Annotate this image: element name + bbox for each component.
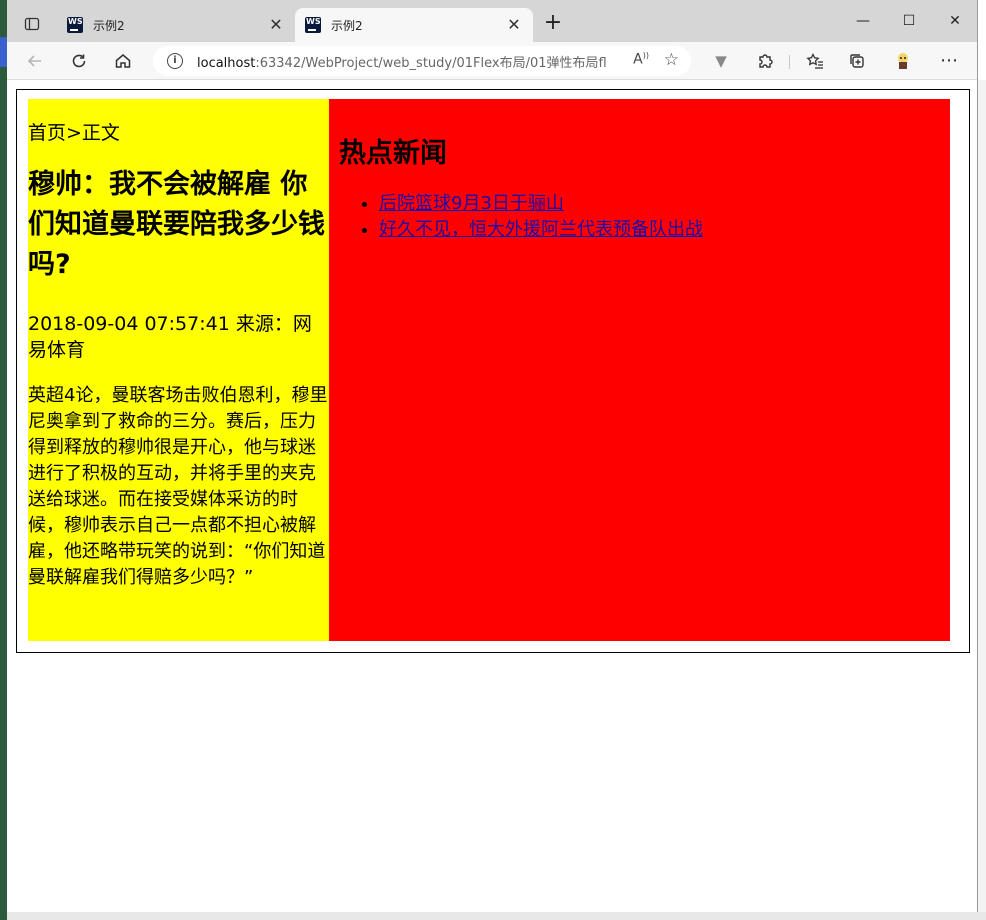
new-tab-button[interactable]: + — [541, 12, 565, 36]
hot-news-column: 热点新闻 后院篮球9月3日于骊山 好久不见，恒大外援阿兰代表预备队出战 — [329, 99, 950, 641]
tab-close-icon[interactable]: ✕ — [505, 16, 523, 34]
back-arrow-icon — [27, 55, 41, 67]
hot-news-title: 热点新闻 — [339, 138, 447, 169]
minimize-button[interactable]: — — [840, 8, 886, 34]
tab-title: 示例2 — [93, 18, 125, 33]
back-button[interactable] — [21, 48, 49, 74]
article-title: 穆帅：我不会被解雇 你们知道曼联要陪我多少钱吗? — [28, 169, 325, 280]
list-item: 好久不见，恒大外援阿兰代表预备队出战 — [379, 217, 940, 243]
more-menu-button[interactable]: ⋯ — [935, 48, 963, 74]
article-meta: 2018-09-04 07:57:41 来源：网易体育 — [28, 313, 312, 361]
tab-close-icon[interactable]: ✕ — [267, 16, 285, 34]
home-icon — [115, 54, 131, 68]
tab-actions-button[interactable] — [17, 12, 47, 36]
refresh-button[interactable] — [65, 48, 93, 74]
collections-button[interactable] — [843, 48, 871, 74]
maximize-button[interactable]: ☐ — [886, 8, 932, 34]
article-body: 英超4论，曼联客场击败伯恩利，穆里尼奥拿到了救命的三分。赛后，压力得到释放的穆帅… — [28, 385, 328, 588]
desktop-left-edge — [0, 0, 7, 920]
close-window-button[interactable]: ✕ — [932, 8, 978, 34]
news-link[interactable]: 后院篮球9月3日于骊山 — [379, 193, 564, 214]
desktop-icon-fragment — [0, 37, 7, 67]
profile-avatar[interactable] — [889, 48, 917, 74]
tab-bar: WS 示例2 ✕ WS 示例2 ✕ + — ☐ ✕ — [7, 0, 977, 42]
address-bar[interactable]: i localhost:63342/WebProject/web_study/0… — [153, 46, 691, 76]
browser-window: WS 示例2 ✕ WS 示例2 ✕ + — ☐ ✕ i localhost:63… — [7, 0, 978, 912]
puzzle-icon — [759, 54, 773, 68]
favorites-list-icon — [806, 53, 823, 69]
home-button[interactable] — [109, 48, 137, 74]
article-column: 首页>正文 穆帅：我不会被解雇 你们知道曼联要陪我多少钱吗? 2018-09-0… — [28, 99, 329, 641]
breadcrumb: 首页>正文 — [28, 122, 120, 144]
read-aloud-icon[interactable]: A)) — [633, 51, 649, 68]
add-favorite-icon[interactable]: ☆ — [664, 50, 679, 70]
extension-v-icon[interactable]: ▼ — [707, 48, 735, 74]
list-item: 后院篮球9月3日于骊山 — [379, 191, 940, 217]
browser-toolbar: i localhost:63342/WebProject/web_study/0… — [7, 42, 977, 80]
anime-avatar-icon — [898, 53, 908, 69]
favorites-button[interactable] — [801, 48, 829, 74]
collections-icon — [850, 54, 864, 68]
tab-inactive[interactable]: WS 示例2 ✕ — [57, 8, 295, 42]
refresh-icon — [72, 54, 86, 68]
tab-title: 示例2 — [331, 18, 363, 33]
background-window-edge — [978, 80, 986, 920]
toolbar-separator — [789, 55, 790, 69]
url-text[interactable]: localhost:63342/WebProject/web_study/01F… — [197, 52, 607, 71]
tab-active[interactable]: WS 示例2 ✕ — [295, 8, 533, 42]
hot-news-list: 后院篮球9月3日于骊山 好久不见，恒大外援阿兰代表预备队出战 — [339, 191, 940, 243]
webstorm-favicon-icon: WS — [305, 17, 321, 33]
webstorm-favicon-icon: WS — [67, 17, 83, 33]
desktop-bottom-edge — [7, 912, 986, 920]
flex-container: 首页>正文 穆帅：我不会被解雇 你们知道曼联要陪我多少钱吗? 2018-09-0… — [28, 99, 950, 641]
extensions-icon[interactable] — [751, 48, 779, 74]
tab-actions-icon — [24, 17, 40, 31]
site-info-icon[interactable]: i — [167, 53, 183, 69]
page-viewport: 首页>正文 穆帅：我不会被解雇 你们知道曼联要陪我多少钱吗? 2018-09-0… — [7, 80, 977, 912]
news-link[interactable]: 好久不见，恒大外援阿兰代表预备队出战 — [379, 219, 703, 240]
